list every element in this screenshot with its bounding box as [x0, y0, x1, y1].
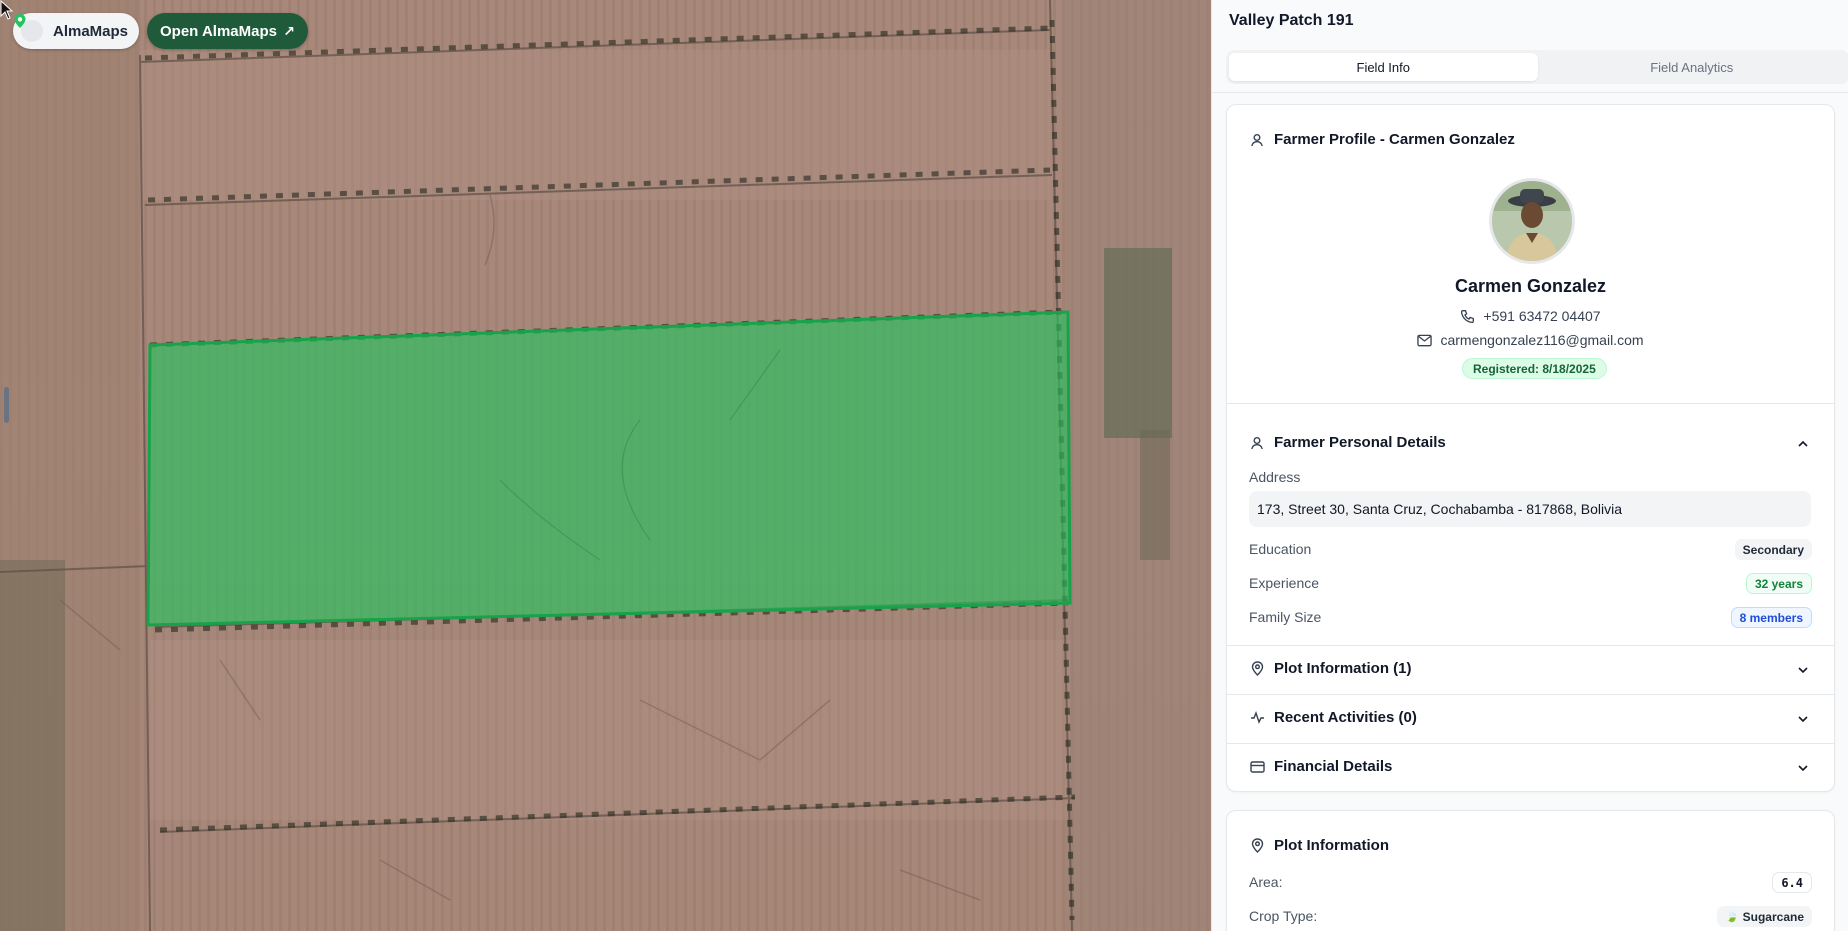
section-divider — [1227, 743, 1834, 744]
satellite-map[interactable]: AlmaMaps Open AlmaMaps ↗ — [0, 0, 1211, 931]
open-almamaps-button[interactable]: Open AlmaMaps ↗ — [147, 13, 308, 49]
highlighted-field-polygon — [146, 310, 1072, 627]
section-divider — [1227, 645, 1834, 646]
panel-title: Valley Patch 191 — [1229, 12, 1354, 29]
map-pin-logo-icon — [14, 14, 43, 42]
mail-icon — [1417, 334, 1433, 346]
chevron-down-icon[interactable] — [1796, 712, 1810, 726]
chevron-down-icon[interactable] — [1796, 663, 1810, 677]
education-badge: Secondary — [1734, 539, 1812, 560]
mouse-cursor-icon — [0, 0, 14, 20]
map-pin-icon — [1249, 838, 1265, 854]
chevron-up-icon[interactable] — [1796, 437, 1810, 451]
area-label: Area: — [1249, 874, 1283, 890]
plot-information-heading: Plot Information — [1249, 837, 1389, 854]
almamaps-logo-chip[interactable]: AlmaMaps — [13, 13, 139, 49]
leaf-icon: 🍃 — [1724, 911, 1739, 923]
plot-information-title: Plot Information — [1274, 837, 1389, 854]
recent-activities-title: Recent Activities (0) — [1274, 709, 1417, 726]
address-label: Address — [1249, 469, 1301, 485]
panel-tabs: Field Info Field Analytics — [1226, 50, 1848, 84]
tab-field-analytics[interactable]: Field Analytics — [1538, 53, 1847, 81]
family-size-badge: 8 members — [1730, 607, 1812, 628]
experience-label: Experience — [1249, 575, 1320, 591]
farmer-avatar — [1489, 178, 1575, 264]
registered-badge: Registered: 8/18/2025 — [1462, 358, 1607, 379]
activity-pulse-icon — [1249, 710, 1265, 726]
user-icon — [1249, 132, 1265, 148]
recent-activities-header[interactable]: Recent Activities (0) — [1249, 709, 1417, 726]
financial-details-header[interactable]: Financial Details — [1249, 758, 1392, 775]
chevron-down-icon[interactable] — [1796, 761, 1810, 775]
tab-field-info[interactable]: Field Info — [1229, 53, 1538, 81]
external-link-arrow-icon: ↗ — [283, 22, 295, 39]
credit-card-icon — [1249, 759, 1265, 775]
farmer-name: Carmen Gonzalez — [1454, 276, 1607, 296]
farmer-profile-heading: Farmer Profile - Carmen Gonzalez — [1249, 131, 1515, 148]
map-imagery — [0, 0, 1211, 931]
address-value: 173, Street 30, Santa Cruz, Cochabamba -… — [1249, 491, 1811, 527]
crop-type-value: Sugarcane — [1742, 909, 1804, 924]
field-details-panel: Valley Patch 191 Field Info Field Analyt… — [1211, 0, 1848, 931]
family-size-label: Family Size — [1249, 609, 1322, 625]
personal-details-title: Farmer Personal Details — [1274, 434, 1446, 451]
farmer-profile-title: Farmer Profile - Carmen Gonzalez — [1274, 131, 1515, 148]
area-value: 6.4 — [1772, 872, 1812, 893]
phone-row: +591 63472 04407 — [1227, 308, 1834, 324]
user-icon — [1249, 435, 1265, 451]
financial-details-title: Financial Details — [1274, 758, 1393, 775]
plot-info-section-title: Plot Information (1) — [1274, 660, 1412, 677]
education-label: Education — [1249, 541, 1312, 557]
plot-information-card: Plot Information Area: 6.4 Crop Type: 🍃 … — [1226, 810, 1835, 931]
crop-type-label: Crop Type: — [1249, 908, 1318, 924]
open-almamaps-label: Open AlmaMaps — [160, 22, 277, 40]
header-divider — [1212, 92, 1848, 93]
experience-badge: 32 years — [1745, 573, 1812, 594]
crop-type-badge: 🍃 Sugarcane — [1716, 906, 1812, 927]
map-pin-icon — [1249, 661, 1265, 677]
personal-details-header[interactable]: Farmer Personal Details — [1249, 434, 1446, 451]
section-divider — [1227, 694, 1834, 695]
email-row: carmengonzalez116@gmail.com — [1227, 332, 1834, 348]
farmer-card: Farmer Profile - Carmen Gonzalez Carmen … — [1226, 104, 1835, 792]
resize-handle[interactable] — [4, 387, 9, 423]
brand-label: AlmaMaps — [53, 22, 129, 40]
email-address[interactable]: carmengonzalez116@gmail.com — [1440, 332, 1643, 348]
phone-number[interactable]: +591 63472 04407 — [1483, 308, 1600, 324]
section-divider — [1227, 403, 1834, 404]
plot-info-section-header[interactable]: Plot Information (1) — [1249, 660, 1412, 677]
phone-icon — [1461, 309, 1475, 323]
